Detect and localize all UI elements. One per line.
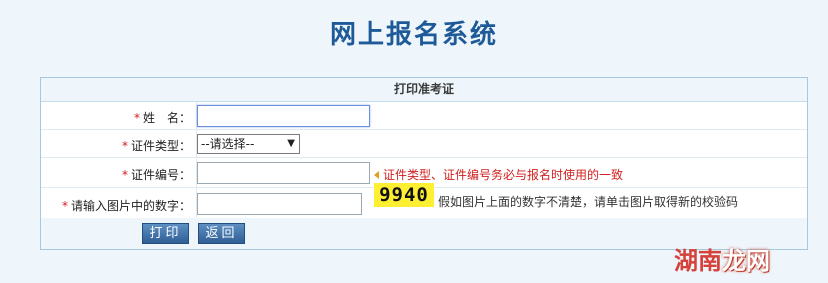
- id-number-label: * 证件编号：: [121, 168, 191, 182]
- required-mark: *: [133, 111, 140, 125]
- required-mark: *: [121, 139, 128, 153]
- back-button[interactable]: 返回: [198, 223, 245, 244]
- captcha-hint: 假如图片上面的数字不清楚，请单击图片取得新的校验码: [438, 195, 739, 209]
- page-title: 网上报名系统: [329, 20, 498, 50]
- id-type-select[interactable]: --请选择-- ▼: [197, 134, 300, 154]
- required-mark: *: [121, 168, 128, 182]
- warning-arrow-icon: [374, 171, 379, 179]
- print-admission-form: 打印准考证 * 姓 名： * 证件类型： --请选择-- ▼ * 证件编号： 证件类型…: [40, 77, 808, 250]
- captcha-input[interactable]: [197, 193, 362, 215]
- captcha-image[interactable]: 9940: [374, 183, 434, 207]
- name-row: * 姓 名：: [41, 102, 807, 130]
- print-button[interactable]: 打印: [142, 223, 189, 244]
- name-input[interactable]: [197, 105, 370, 127]
- site-watermark: 湖南龙网: [674, 247, 770, 275]
- id-type-label: * 证件类型：: [121, 139, 191, 153]
- name-label: * 姓 名：: [133, 111, 191, 125]
- id-type-row: * 证件类型： --请选择-- ▼: [41, 130, 807, 158]
- captcha-label: * 请输入图片中的数字：: [61, 199, 191, 213]
- dropdown-arrow-icon: ▼: [287, 138, 295, 149]
- id-number-input[interactable]: [197, 162, 370, 184]
- panel-header: 打印准考证: [41, 78, 807, 102]
- id-number-hint: 证件类型、证件编号务必与报名时使用的一致: [374, 166, 623, 183]
- required-mark: *: [61, 199, 68, 213]
